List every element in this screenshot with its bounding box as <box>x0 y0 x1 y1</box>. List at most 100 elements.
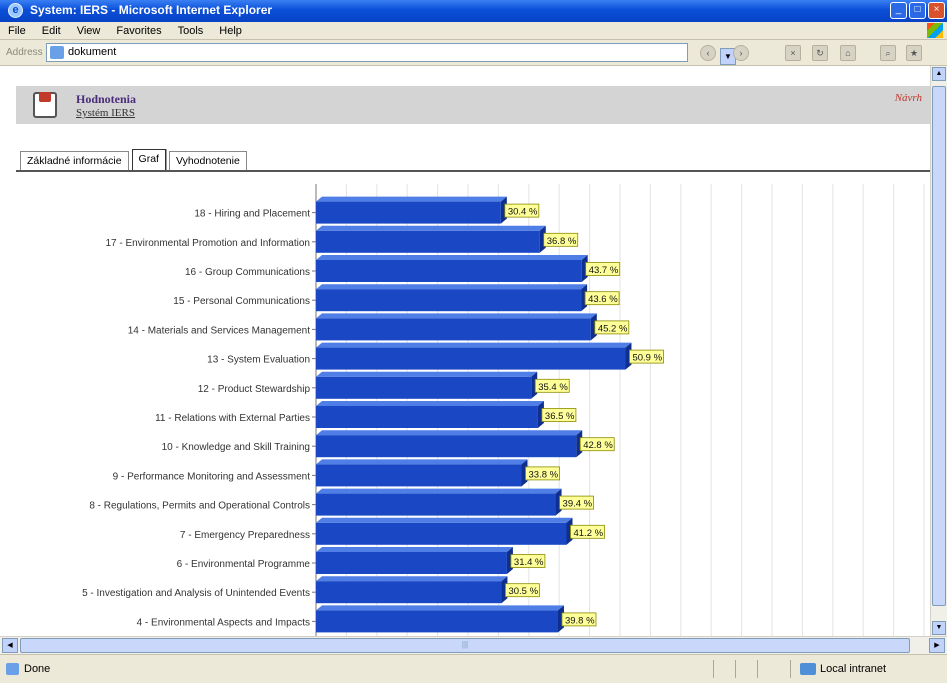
bar-top <box>316 255 588 260</box>
refresh-icon[interactable]: ↻ <box>812 45 828 61</box>
intranet-zone-icon <box>800 663 816 675</box>
category-label: 6 - Environmental Programme <box>177 559 311 570</box>
status-divider <box>735 660 736 678</box>
category-label: 17 - Environmental Promotion and Informa… <box>105 238 310 249</box>
bar-top <box>316 196 507 202</box>
category-label: 13 - System Evaluation <box>207 355 310 366</box>
value-label: 30.5 % <box>508 586 538 597</box>
search-icon[interactable]: ⌕ <box>880 45 896 61</box>
bar <box>316 435 577 458</box>
stop-icon[interactable]: × <box>785 45 801 61</box>
value-label: 39.8 % <box>565 615 595 626</box>
status-bar: Done Local intranet <box>0 654 947 683</box>
category-label: 12 - Product Stewardship <box>198 384 311 395</box>
bar-top <box>316 430 583 436</box>
value-label: 31.4 % <box>514 557 544 568</box>
bar <box>316 610 558 633</box>
category-label: 9 - Performance Monitoring and Assessmen… <box>113 471 311 482</box>
close-button[interactable]: × <box>928 2 945 19</box>
value-label: 50.9 % <box>632 353 662 364</box>
bar-top <box>316 371 538 377</box>
page-done-icon <box>6 663 19 675</box>
bar-top <box>316 401 544 406</box>
bar-top <box>316 488 562 494</box>
bar-top <box>316 547 513 552</box>
value-label: 42.8 % <box>583 440 613 451</box>
scroll-down-icon[interactable]: ▼ <box>932 621 946 635</box>
category-label: 10 - Knowledge and Skill Training <box>162 442 310 453</box>
category-label: 7 - Emergency Preparedness <box>180 530 310 541</box>
horizontal-scrollbar[interactable]: ◀ ||| ▶ <box>0 636 947 654</box>
horizontal-scroll-thumb[interactable]: ||| <box>20 638 910 653</box>
value-label: 39.4 % <box>563 499 593 510</box>
maximize-button[interactable]: □ <box>909 2 926 19</box>
bar-top <box>316 225 546 231</box>
page-icon <box>50 46 64 59</box>
status-divider <box>790 660 791 678</box>
bar <box>316 289 582 312</box>
forward-icon[interactable]: › <box>733 45 749 61</box>
menu-tools[interactable]: Tools <box>170 25 212 37</box>
window-title: System: IERS - Microsoft Internet Explor… <box>30 3 273 17</box>
status-text: Done <box>24 663 51 675</box>
bar-top <box>316 284 588 290</box>
category-label: 14 - Materials and Services Management <box>128 325 311 336</box>
back-icon[interactable]: ‹ <box>700 45 716 61</box>
bar <box>316 522 567 545</box>
menu-help[interactable]: Help <box>211 25 250 37</box>
home-icon[interactable]: ⌂ <box>840 45 856 61</box>
menu-view[interactable]: View <box>69 25 109 37</box>
value-label: 43.6 % <box>588 294 618 305</box>
bar <box>316 493 556 516</box>
bar <box>316 347 626 370</box>
menu-favorites[interactable]: Favorites <box>108 25 169 37</box>
value-label: 35.4 % <box>538 382 568 393</box>
value-label: 43.7 % <box>589 265 619 276</box>
ie-icon: e <box>8 3 23 18</box>
value-label: 33.8 % <box>529 469 559 480</box>
bar <box>316 260 582 282</box>
bar <box>316 581 502 604</box>
page-content: Hodnotenia Systém IERS Návrh Základné in… <box>0 66 930 636</box>
bar <box>316 318 591 341</box>
vertical-scroll-thumb[interactable] <box>932 86 946 606</box>
status-divider <box>757 660 758 678</box>
value-label: 41.2 % <box>573 528 603 539</box>
menu-bar: File Edit View Favorites Tools Help <box>0 22 947 40</box>
status-divider <box>713 660 714 678</box>
menu-file[interactable]: File <box>0 25 34 37</box>
favorites-icon[interactable]: ★ <box>906 45 922 61</box>
address-value: dokument <box>68 46 117 58</box>
address-label: Address <box>6 47 43 58</box>
scroll-left-icon[interactable]: ◀ <box>2 638 18 653</box>
category-label: 11 - Relations with External Parties <box>155 413 310 424</box>
minimize-button[interactable]: _ <box>890 2 907 19</box>
scroll-up-icon[interactable]: ▲ <box>932 67 946 81</box>
bar <box>316 552 507 574</box>
bar-top <box>316 517 573 523</box>
bar <box>316 464 522 487</box>
windows-logo-icon <box>927 23 943 38</box>
value-label: 36.5 % <box>545 411 575 422</box>
title-bar: e System: IERS - Microsoft Internet Expl… <box>0 0 947 22</box>
bar-top <box>316 313 597 319</box>
bar <box>316 201 501 224</box>
zone-text: Local intranet <box>820 663 887 675</box>
category-label: 18 - Hiring and Placement <box>194 209 310 220</box>
bar <box>316 406 538 428</box>
bar-top <box>316 605 564 611</box>
address-bar: Address dokument ▼ ‹ › × ↻ ⌂ ⌕ ★ <box>0 40 947 66</box>
bar-chart: 18 - Hiring and Placement 30.4 % 17 - Envi… <box>82 184 925 636</box>
vertical-scrollbar[interactable]: ▲ ▼ <box>930 66 947 636</box>
category-label: 8 - Regulations, Permits and Operational… <box>89 501 310 512</box>
scroll-right-icon[interactable]: ▶ <box>929 638 945 653</box>
bar-top <box>316 576 508 582</box>
value-label: 45.2 % <box>598 323 628 334</box>
category-label: 4 - Environmental Aspects and Impacts <box>137 617 310 628</box>
value-label: 30.4 % <box>508 207 538 218</box>
menu-edit[interactable]: Edit <box>34 25 69 37</box>
bar-top <box>316 459 528 465</box>
bar-top <box>316 342 632 348</box>
category-label: 5 - Investigation and Analysis of Uninte… <box>82 588 310 599</box>
address-input[interactable]: dokument ▼ <box>46 43 736 65</box>
